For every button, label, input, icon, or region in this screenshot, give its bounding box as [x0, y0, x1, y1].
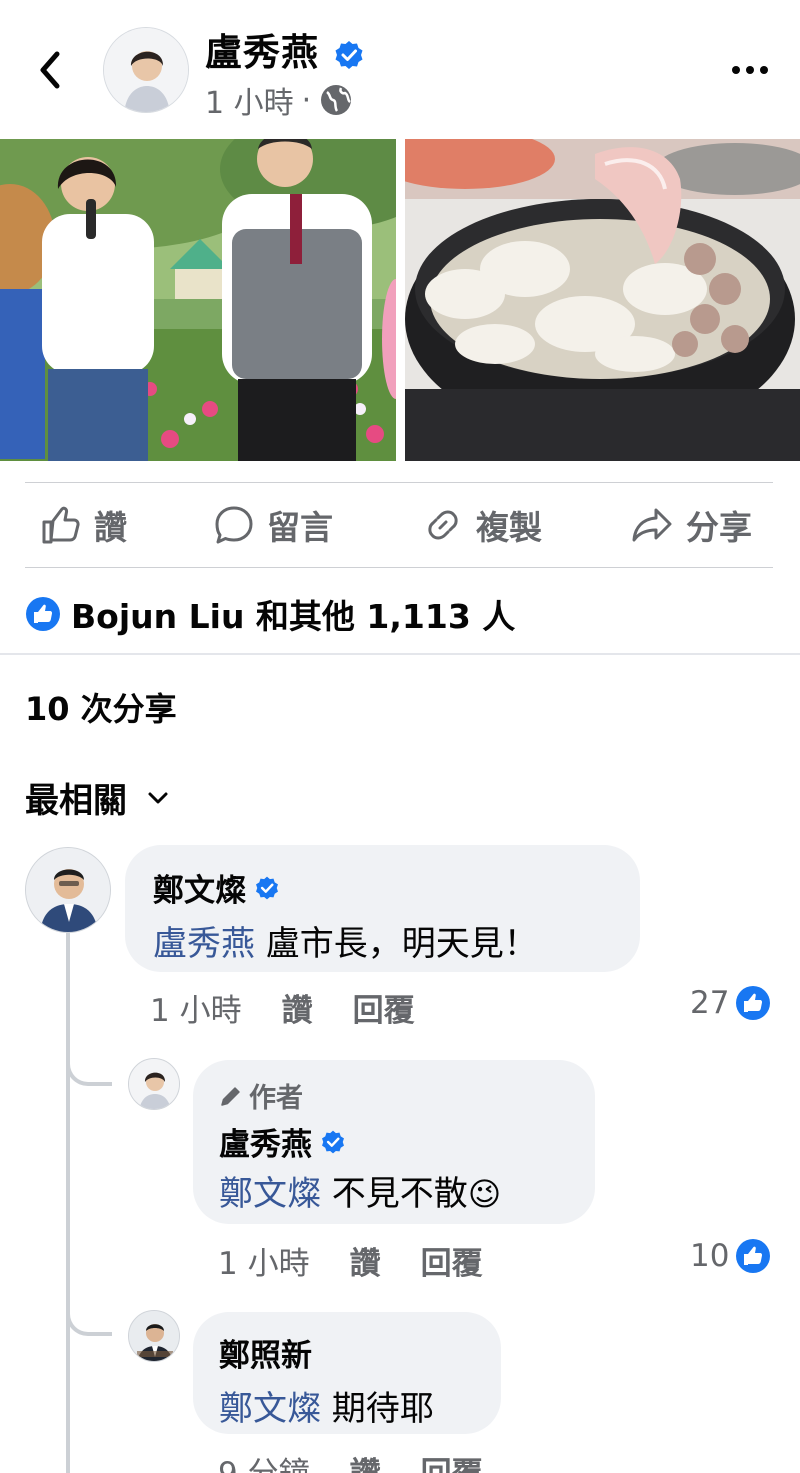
- comment-reply-button[interactable]: 回覆: [353, 985, 415, 1030]
- share-button[interactable]: 分享: [630, 502, 752, 548]
- like-button[interactable]: 讚: [40, 502, 127, 548]
- avatar[interactable]: [25, 847, 111, 933]
- post-time[interactable]: 1 小時: [205, 78, 294, 122]
- comment-sort-dropdown[interactable]: 最相關: [25, 773, 169, 822]
- mention-link[interactable]: 盧秀燕: [153, 924, 255, 964]
- reactions-summary[interactable]: Bojun Liu 和其他 1,113 人: [25, 590, 515, 638]
- comment-bubble: 作者 盧秀燕 鄭文燦 不見不散😉: [193, 1060, 595, 1224]
- share-arrow-icon: [632, 508, 672, 542]
- page-title[interactable]: 盧秀燕: [205, 22, 365, 76]
- meta-separator: ·: [301, 82, 312, 118]
- avatar[interactable]: [128, 1310, 180, 1362]
- comment-text: 盧秀燕 盧市長，明天見！: [153, 924, 538, 964]
- avatar[interactable]: [128, 1058, 180, 1110]
- action-divider-bottom: [25, 567, 773, 568]
- back-button[interactable]: [30, 48, 70, 92]
- comment-bubble-icon: [215, 506, 253, 544]
- wink-emoji: 😉: [467, 1175, 502, 1213]
- copy-link-button[interactable]: 複製: [422, 502, 542, 548]
- comment-reply-button[interactable]: 回覆: [421, 1448, 483, 1473]
- globe-icon: [321, 85, 352, 115]
- chevron-left-icon: [40, 51, 60, 89]
- comment-author[interactable]: 鄭文燦: [153, 865, 612, 910]
- comment-bubble: 鄭照新 鄭文燦 期待耶: [193, 1312, 501, 1434]
- comment-like-button[interactable]: 讚: [282, 985, 313, 1030]
- like-reaction-icon: [26, 597, 60, 631]
- comment-actions: 1 小時 讚 回覆: [150, 985, 415, 1030]
- comment-actions: 1 小時 讚 回覆: [218, 1238, 483, 1283]
- thumbs-up-icon: [42, 506, 80, 544]
- action-divider-top: [25, 482, 773, 483]
- comment-reaction-count[interactable]: 10: [690, 1238, 771, 1274]
- like-reaction-icon: [736, 986, 771, 1020]
- link-icon: [428, 510, 458, 540]
- pencil-icon: [221, 1086, 240, 1106]
- mention-link[interactable]: 鄭文燦: [219, 1389, 321, 1429]
- comment-button[interactable]: 留言: [213, 502, 333, 548]
- thread-connector: [66, 1050, 112, 1086]
- post-meta: 1 小時 ·: [205, 78, 353, 122]
- verified-badge-icon: [322, 1130, 344, 1153]
- comment-author[interactable]: 鄭照新: [219, 1330, 475, 1375]
- shares-count[interactable]: 10 次分享: [25, 684, 177, 730]
- comment-actions: 9 分鐘 讚 回覆: [218, 1448, 483, 1473]
- comment-text: 鄭文燦 不見不散😉: [219, 1174, 502, 1214]
- comment-time[interactable]: 1 小時: [150, 985, 242, 1030]
- verified-badge-icon: [256, 876, 278, 899]
- thread-line: [66, 932, 70, 1473]
- thread-connector: [66, 1300, 112, 1336]
- comment-bubble: 鄭文燦 盧秀燕 盧市長，明天見！: [125, 845, 640, 972]
- chevron-down-icon: [148, 792, 168, 803]
- comment-like-button[interactable]: 讚: [350, 1448, 381, 1473]
- author-badge: 作者: [219, 1076, 569, 1115]
- comment-text: 鄭文燦 期待耶: [219, 1389, 434, 1429]
- comment-time[interactable]: 1 小時: [218, 1238, 310, 1283]
- reactions-text: Bojun Liu 和其他 1,113 人: [71, 597, 516, 636]
- comment-time[interactable]: 9 分鐘: [218, 1448, 310, 1473]
- verified-badge-icon: [335, 40, 363, 69]
- post-photo-event[interactable]: [0, 139, 396, 461]
- page-avatar[interactable]: [103, 27, 189, 113]
- comment-reply-button[interactable]: 回覆: [421, 1238, 483, 1283]
- post-photo-hotpot[interactable]: [405, 139, 800, 461]
- comment-author[interactable]: 盧秀燕: [219, 1119, 569, 1164]
- comment-reaction-count[interactable]: 27: [690, 985, 771, 1021]
- section-divider: [0, 653, 800, 655]
- more-options-button[interactable]: [730, 58, 770, 82]
- comment-like-button[interactable]: 讚: [350, 1238, 381, 1283]
- more-dots-icon: [732, 66, 768, 74]
- mention-link[interactable]: 鄭文燦: [219, 1174, 321, 1214]
- like-reaction-icon: [736, 1239, 771, 1273]
